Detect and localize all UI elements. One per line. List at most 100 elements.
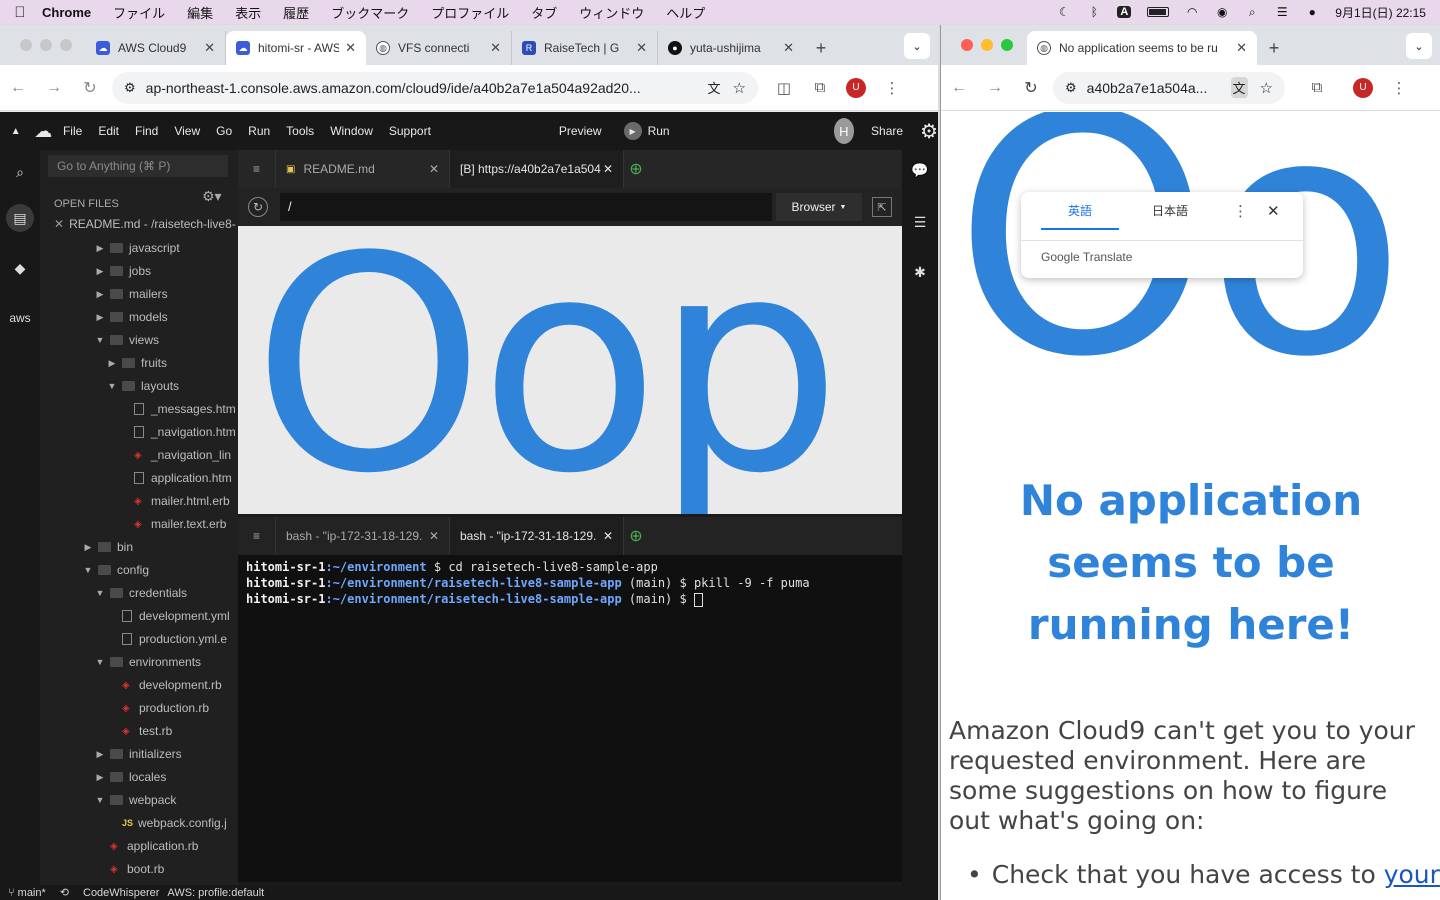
menu-window[interactable]: ウィンドウ xyxy=(568,3,655,22)
translate-icon[interactable]: 文 xyxy=(708,78,721,97)
tree-folder[interactable]: ▼ environments xyxy=(94,652,202,672)
tree-folder[interactable]: ▶ fruits xyxy=(106,353,167,373)
tree-file[interactable]: _navigation.htm xyxy=(134,422,236,442)
tab-raisetech[interactable]: R RaiseTech | G ✕ xyxy=(512,31,658,65)
ide-menu-find[interactable]: Find xyxy=(127,124,166,138)
menu-profile[interactable]: プロファイル xyxy=(420,3,520,22)
tree-file[interactable]: development.yml xyxy=(122,606,230,626)
preferences-gear-icon[interactable]: ⚙ xyxy=(920,119,938,144)
chevron-right-icon[interactable]: ▶ xyxy=(82,542,94,553)
minimize-window-button[interactable] xyxy=(40,39,52,51)
translate-options-icon[interactable]: ⋮ xyxy=(1233,202,1248,220)
tree-file[interactable]: production.yml.e xyxy=(122,629,227,649)
editor-tab-readme[interactable]: ▣ README.md ✕ xyxy=(276,150,450,188)
bookmark-star-icon[interactable]: ☆ xyxy=(733,79,746,97)
tree-folder[interactable]: ▶ models xyxy=(94,307,168,327)
editor-tab-preview-browser[interactable]: [B] https://a40b2a7e1a504 ✕ xyxy=(450,150,624,188)
close-tab-icon[interactable]: ✕ xyxy=(636,40,647,56)
tab-vfs-connection[interactable]: ◍ VFS connecti ✕ xyxy=(366,31,512,65)
tree-folder[interactable]: ▼ views xyxy=(94,330,159,350)
menu-app-name[interactable]: Chrome xyxy=(40,5,102,20)
translate-source-lang-tab[interactable]: 英語 xyxy=(1041,192,1119,230)
tree-file[interactable]: ◈ boot.rb xyxy=(110,859,164,879)
tree-folder[interactable]: ▼ config xyxy=(82,560,150,580)
new-tab-button[interactable]: + xyxy=(804,31,838,65)
address-bar[interactable]: ⚙ ap-northeast-1.console.aws.amazon.com/… xyxy=(112,71,758,104)
close-tab-icon[interactable]: ✕ xyxy=(783,40,794,56)
extensions-icon[interactable]: ⧉ xyxy=(802,79,838,96)
share-button[interactable]: Share xyxy=(871,124,903,138)
collaborate-icon[interactable]: 💬 xyxy=(906,156,934,184)
wifi-icon[interactable]: ◠ xyxy=(1185,6,1199,18)
tree-file[interactable]: JS webpack.config.j xyxy=(122,813,227,833)
chevron-right-icon[interactable]: ▶ xyxy=(94,289,106,300)
back-icon[interactable]: ← xyxy=(941,79,977,97)
close-tab-icon[interactable]: ✕ xyxy=(1236,40,1247,56)
preview-path-input[interactable]: / xyxy=(280,193,772,221)
your-environment-link[interactable]: your xyxy=(1384,860,1440,889)
terminal-tab-1[interactable]: bash - "ip-172-31-18-129. ✕ xyxy=(276,517,450,555)
tab-aws-cloud9[interactable]: ☁ AWS Cloud9 ✕ xyxy=(86,31,226,65)
git-branch-indicator[interactable]: ⑂ main* xyxy=(8,887,46,899)
tree-folder[interactable]: ▼ webpack xyxy=(94,790,177,810)
sync-icon[interactable]: ⟲ xyxy=(60,886,69,899)
reload-icon[interactable]: ↻ xyxy=(1013,78,1049,98)
tree-folder[interactable]: ▶ locales xyxy=(94,767,167,787)
zoom-window-button[interactable] xyxy=(1001,39,1013,51)
tree-folder[interactable]: ▼ credentials xyxy=(94,583,188,603)
new-editor-tab-button[interactable]: ⊕ xyxy=(624,150,648,188)
outline-icon[interactable]: ☰ xyxy=(906,208,934,236)
tree-folder[interactable]: ▶ jobs xyxy=(94,261,151,281)
tree-file[interactable]: application.htm xyxy=(134,468,232,488)
tab-no-application[interactable]: ◍ No application seems to be ru ✕ xyxy=(1027,31,1257,65)
ide-menu-file[interactable]: File xyxy=(55,124,90,138)
terminal-tab-2[interactable]: bash - "ip-172-31-18-129. ✕ xyxy=(450,517,624,555)
bookmark-star-icon[interactable]: ☆ xyxy=(1260,79,1273,97)
back-icon[interactable]: ← xyxy=(0,79,36,97)
site-info-icon[interactable]: ⚙ xyxy=(1065,80,1077,96)
tree-file[interactable]: ◈ mailer.text.erb xyxy=(134,514,226,534)
tree-file[interactable]: ◈ application.rb xyxy=(110,836,198,856)
user-avatar[interactable]: H xyxy=(833,118,855,144)
minimize-window-button[interactable] xyxy=(981,39,993,51)
codewhisperer-status[interactable]: CodeWhisperer xyxy=(83,887,159,899)
tree-file[interactable]: _messages.htm xyxy=(134,399,236,419)
ide-menu-window[interactable]: Window xyxy=(322,124,381,138)
chevron-right-icon[interactable]: ▶ xyxy=(94,312,106,323)
close-tab-icon[interactable]: ✕ xyxy=(603,162,613,176)
ide-menu-edit[interactable]: Edit xyxy=(90,124,127,138)
input-mode-icon[interactable]: A xyxy=(1117,6,1132,18)
chevron-down-icon[interactable]: ▼ xyxy=(94,335,106,345)
close-window-button[interactable] xyxy=(20,39,32,51)
ide-menu-view[interactable]: View xyxy=(166,124,208,138)
tree-folder[interactable]: ▶ initializers xyxy=(94,744,182,764)
chevron-down-icon[interactable]: ▼ xyxy=(106,381,118,391)
chevron-right-icon[interactable]: ▶ xyxy=(94,266,106,277)
new-terminal-tab-button[interactable]: ⊕ xyxy=(624,517,648,555)
ide-menu-run[interactable]: Run xyxy=(240,124,278,138)
environment-files-icon[interactable]: ▤ xyxy=(6,204,34,232)
go-to-anything-input[interactable]: Go to Anything (⌘ P) xyxy=(48,155,228,177)
tree-file[interactable]: ◈ production.rb xyxy=(122,698,209,718)
reload-icon[interactable]: ↻ xyxy=(72,78,108,98)
user-icon[interactable]: ◉ xyxy=(1215,6,1229,18)
tab-hitomi-sr[interactable]: ☁ hitomi-sr - AWS ✕ xyxy=(226,31,366,65)
close-tab-icon[interactable]: ✕ xyxy=(490,40,501,56)
preview-refresh-icon[interactable]: ↻ xyxy=(248,197,268,217)
close-tab-icon[interactable]: ✕ xyxy=(345,40,356,56)
site-info-icon[interactable]: ⚙ xyxy=(124,80,136,96)
aws-toolkit-icon[interactable]: aws xyxy=(6,304,34,332)
chevron-down-icon[interactable]: ▼ xyxy=(94,588,106,598)
forward-icon[interactable]: → xyxy=(36,79,72,97)
chevron-down-icon[interactable]: ▼ xyxy=(94,795,106,805)
chevron-down-icon[interactable]: ▼ xyxy=(82,565,94,575)
menu-bookmarks[interactable]: ブックマーク xyxy=(320,3,420,22)
run-button[interactable]: ▶ Run xyxy=(623,122,670,140)
menu-tab[interactable]: タブ xyxy=(520,3,568,22)
preview-button[interactable]: Preview xyxy=(559,124,602,138)
ide-menu-tools[interactable]: Tools xyxy=(278,124,322,138)
source-control-icon[interactable]: ◆ xyxy=(6,254,34,282)
tab-search-button[interactable]: ⌄ xyxy=(904,33,930,59)
tree-folder[interactable]: ▼ layouts xyxy=(106,376,180,396)
collapse-menu-icon[interactable]: ▲ xyxy=(0,126,31,137)
